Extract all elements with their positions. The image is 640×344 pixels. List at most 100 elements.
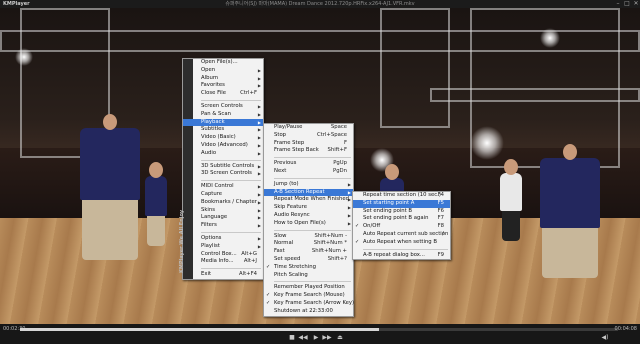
menu-item-label: 3D Subtitle Controls	[201, 162, 255, 169]
main-menu-item-subtitles[interactable]: Subtitles ▶	[183, 126, 263, 134]
seek-bar[interactable]	[20, 328, 618, 331]
playback-item-key-frame-search-arrow-key[interactable]: ✓ Key Frame Search (Arrow Key)	[264, 300, 354, 308]
main-menu-item-filters[interactable]: Filters ▶	[183, 222, 263, 230]
playback-item-fast[interactable]: Fast Shift+Num +	[264, 248, 353, 256]
menu-item-label: Media Info...	[201, 258, 234, 265]
ab-repeat-item-set-ending-point-b-again[interactable]: Set ending point B again F7	[353, 215, 450, 223]
playback-item-normal[interactable]: Normal Shift+Num *	[264, 240, 353, 248]
playback-item-previous[interactable]: Previous PgUp	[264, 160, 353, 168]
window-title: 슈퍼주니어(SJ) 마마(MAMA) Dream Dance 2012.720p…	[225, 1, 415, 7]
menu-item-shortcut: Shift+?	[327, 255, 347, 262]
submenu-arrow-icon: ▶	[347, 220, 351, 226]
main-menu-item-video-advanced[interactable]: Video (Advanced) ▶	[183, 142, 263, 150]
main-menu-item-video-basic[interactable]: Video (Basic) ▶	[183, 134, 263, 142]
playback-item-play-pause[interactable]: Play/Pause Space	[264, 124, 353, 132]
playback-item-audio-resync[interactable]: Audio Resync ▶	[264, 212, 353, 220]
main-menu-item-skins[interactable]: Skins ▶	[183, 207, 263, 215]
menu-item-shortcut: PgUp	[333, 160, 347, 167]
ab-repeat-item-auto-repeat-when-setting-b[interactable]: ✓ Auto Repeat when setting B	[353, 239, 450, 247]
ab-repeat-item-set-ending-point-b[interactable]: Set ending point B F6	[353, 208, 450, 216]
submenu-arrow-icon: ▶	[257, 75, 261, 81]
menu-item-label: Auto Repeat current sub section	[363, 230, 449, 237]
playback-item-jump-to[interactable]: Jump (to) ▶	[264, 181, 353, 189]
playback-item-set-speed[interactable]: Set speed Shift+?	[264, 256, 353, 264]
playback-item-slow[interactable]: Slow Shift+Num -	[264, 233, 353, 241]
playback-item-how-to-open-file-s[interactable]: How to Open File(s) ▶	[264, 220, 353, 228]
menu-item-label: Audio	[201, 149, 217, 156]
submenu-arrow-icon: ▶	[257, 103, 261, 109]
menu-item-label: Normal	[274, 240, 294, 247]
main-menu-item-media-info[interactable]: Media Info... Alt+J	[183, 258, 263, 266]
playback-item-repeat-mode-when-finished[interactable]: Repeat Mode When Finished ▶	[264, 196, 353, 204]
menu-item-label: Set ending point B	[363, 207, 413, 214]
main-menu-item-open[interactable]: Open ▶	[183, 67, 263, 75]
menu-item-label: Skins	[201, 206, 216, 213]
menu-item-label: Repeat time section (10 sec.)	[363, 192, 441, 198]
ab-repeat-submenu: Repeat time section (10 sec.) F4 Set start…	[352, 191, 451, 261]
ab-repeat-item-auto-repeat-current-sub-section[interactable]: Auto Repeat current sub section /	[353, 231, 450, 239]
menu-item-label: Subtitles	[201, 126, 225, 133]
menu-item-shortcut: F	[343, 139, 347, 146]
main-menu-item-3d-subtitle-controls[interactable]: 3D Subtitle Controls ▶	[183, 163, 263, 171]
menu-item-label: Set ending point B again	[363, 215, 429, 222]
volume-icon[interactable]: ◀)	[600, 334, 610, 342]
menu-item-label: Pan & Scan	[201, 110, 231, 117]
playback-item-next[interactable]: Next PgDn	[264, 168, 353, 176]
menu-item-shortcut: F4	[437, 192, 444, 198]
playback-item-shutdown-at-22-33-00[interactable]: Shutdown at 22:33:00	[264, 308, 353, 316]
next-icon[interactable]: ▶▶	[322, 334, 332, 342]
eject-icon[interactable]: ⏏	[336, 334, 344, 342]
submenu-arrow-icon: ▶	[347, 181, 351, 187]
playback-item-frame-step-back[interactable]: Frame Step Back Shift+F	[264, 147, 353, 155]
main-menu-item-playback[interactable]: Playback ▶	[183, 118, 263, 127]
playback-item-frame-step[interactable]: Frame Step F	[264, 140, 353, 148]
main-menu-item-album[interactable]: Album ▶	[183, 75, 263, 83]
ab-repeat-item-on-off[interactable]: ✓ On/Off F8	[353, 223, 450, 231]
playback-item-a-b-section-repeat[interactable]: A-B Section Repeat ▶	[264, 188, 353, 197]
menu-item-label: Remember Played Position	[274, 284, 345, 291]
checkmark-icon: ✓	[355, 238, 360, 245]
main-menu-item-audio[interactable]: Audio ▶	[183, 150, 263, 158]
control-bar: 00:02:30 00:04:08 ■ ◀◀ ▶ ▶▶ ⏏ ◀)	[0, 324, 640, 344]
previous-icon[interactable]: ◀◀	[298, 334, 308, 342]
stop-icon[interactable]: ■	[288, 334, 296, 342]
playback-item-skip-feature[interactable]: Skip Feature ▶	[264, 204, 353, 212]
dancer	[540, 144, 600, 278]
main-menu-item-favorites[interactable]: Favorites ▶	[183, 82, 263, 90]
main-menu-item-control-box[interactable]: Control Box... Alt+G	[183, 251, 263, 259]
main-menu-item-midi-control[interactable]: MIDI Control ▶	[183, 183, 263, 191]
ab-repeat-item-set-starting-point-a[interactable]: Set starting point A F5	[353, 199, 450, 208]
main-menu-item-bookmarks-chapter[interactable]: Bookmarks / Chapter ▶	[183, 199, 263, 207]
submenu-arrow-icon: ▶	[257, 207, 261, 213]
main-menu-item-exit[interactable]: Exit Alt+F4	[183, 271, 263, 279]
playback-item-stop[interactable]: Stop Ctrl+Space	[264, 132, 353, 140]
ab-repeat-item-a-b-repeat-dialog-box[interactable]: A-B repeat dialog box... F9	[353, 252, 450, 260]
maximize-button[interactable]: □	[623, 0, 631, 8]
main-menu-item-3d-screen-controls[interactable]: 3D Screen Controls ▶	[183, 170, 263, 178]
main-menu-item-close-file[interactable]: Close File Ctrl+F	[183, 90, 263, 98]
main-menu-item-capture[interactable]: Capture ▶	[183, 191, 263, 199]
close-button[interactable]: ✕	[632, 0, 640, 8]
menu-item-label: Key Frame Search (Mouse)	[274, 292, 345, 299]
main-menu-item-playlist[interactable]: Playlist ▶	[183, 243, 263, 251]
play-icon[interactable]: ▶	[312, 334, 320, 342]
main-menu-item-options[interactable]: Options ▶	[183, 235, 263, 243]
main-menu-item-open-file-s[interactable]: Open File(s)...	[183, 59, 263, 67]
menu-item-label: Set speed	[274, 255, 301, 262]
submenu-arrow-icon: ▶	[257, 119, 261, 125]
dancer	[145, 162, 167, 246]
playback-item-remember-played-position[interactable]: Remember Played Position	[264, 284, 353, 292]
main-menu-item-language[interactable]: Language ▶	[183, 214, 263, 222]
playback-item-key-frame-search-mouse[interactable]: ✓ Key Frame Search (Mouse)	[264, 292, 353, 300]
menu-item-label: MIDI Control	[201, 183, 234, 190]
ab-repeat-item-repeat-time-section-10-sec[interactable]: Repeat time section (10 sec.) F4	[353, 192, 450, 200]
playback-item-pitch-scaling[interactable]: Pitch Scaling	[264, 272, 353, 280]
submenu-arrow-icon: ▶	[257, 127, 261, 133]
playback-item-time-stretching[interactable]: ✓ Time Stretching	[264, 264, 353, 272]
minimize-button[interactable]: –	[614, 0, 622, 8]
submenu-arrow-icon: ▶	[257, 67, 261, 73]
main-menu-item-pan-scan[interactable]: Pan & Scan ▶	[183, 111, 263, 119]
main-menu-item-screen-controls[interactable]: Screen Controls ▶	[183, 103, 263, 111]
lighting-truss	[380, 8, 450, 128]
submenu-arrow-icon: ▶	[257, 142, 261, 148]
